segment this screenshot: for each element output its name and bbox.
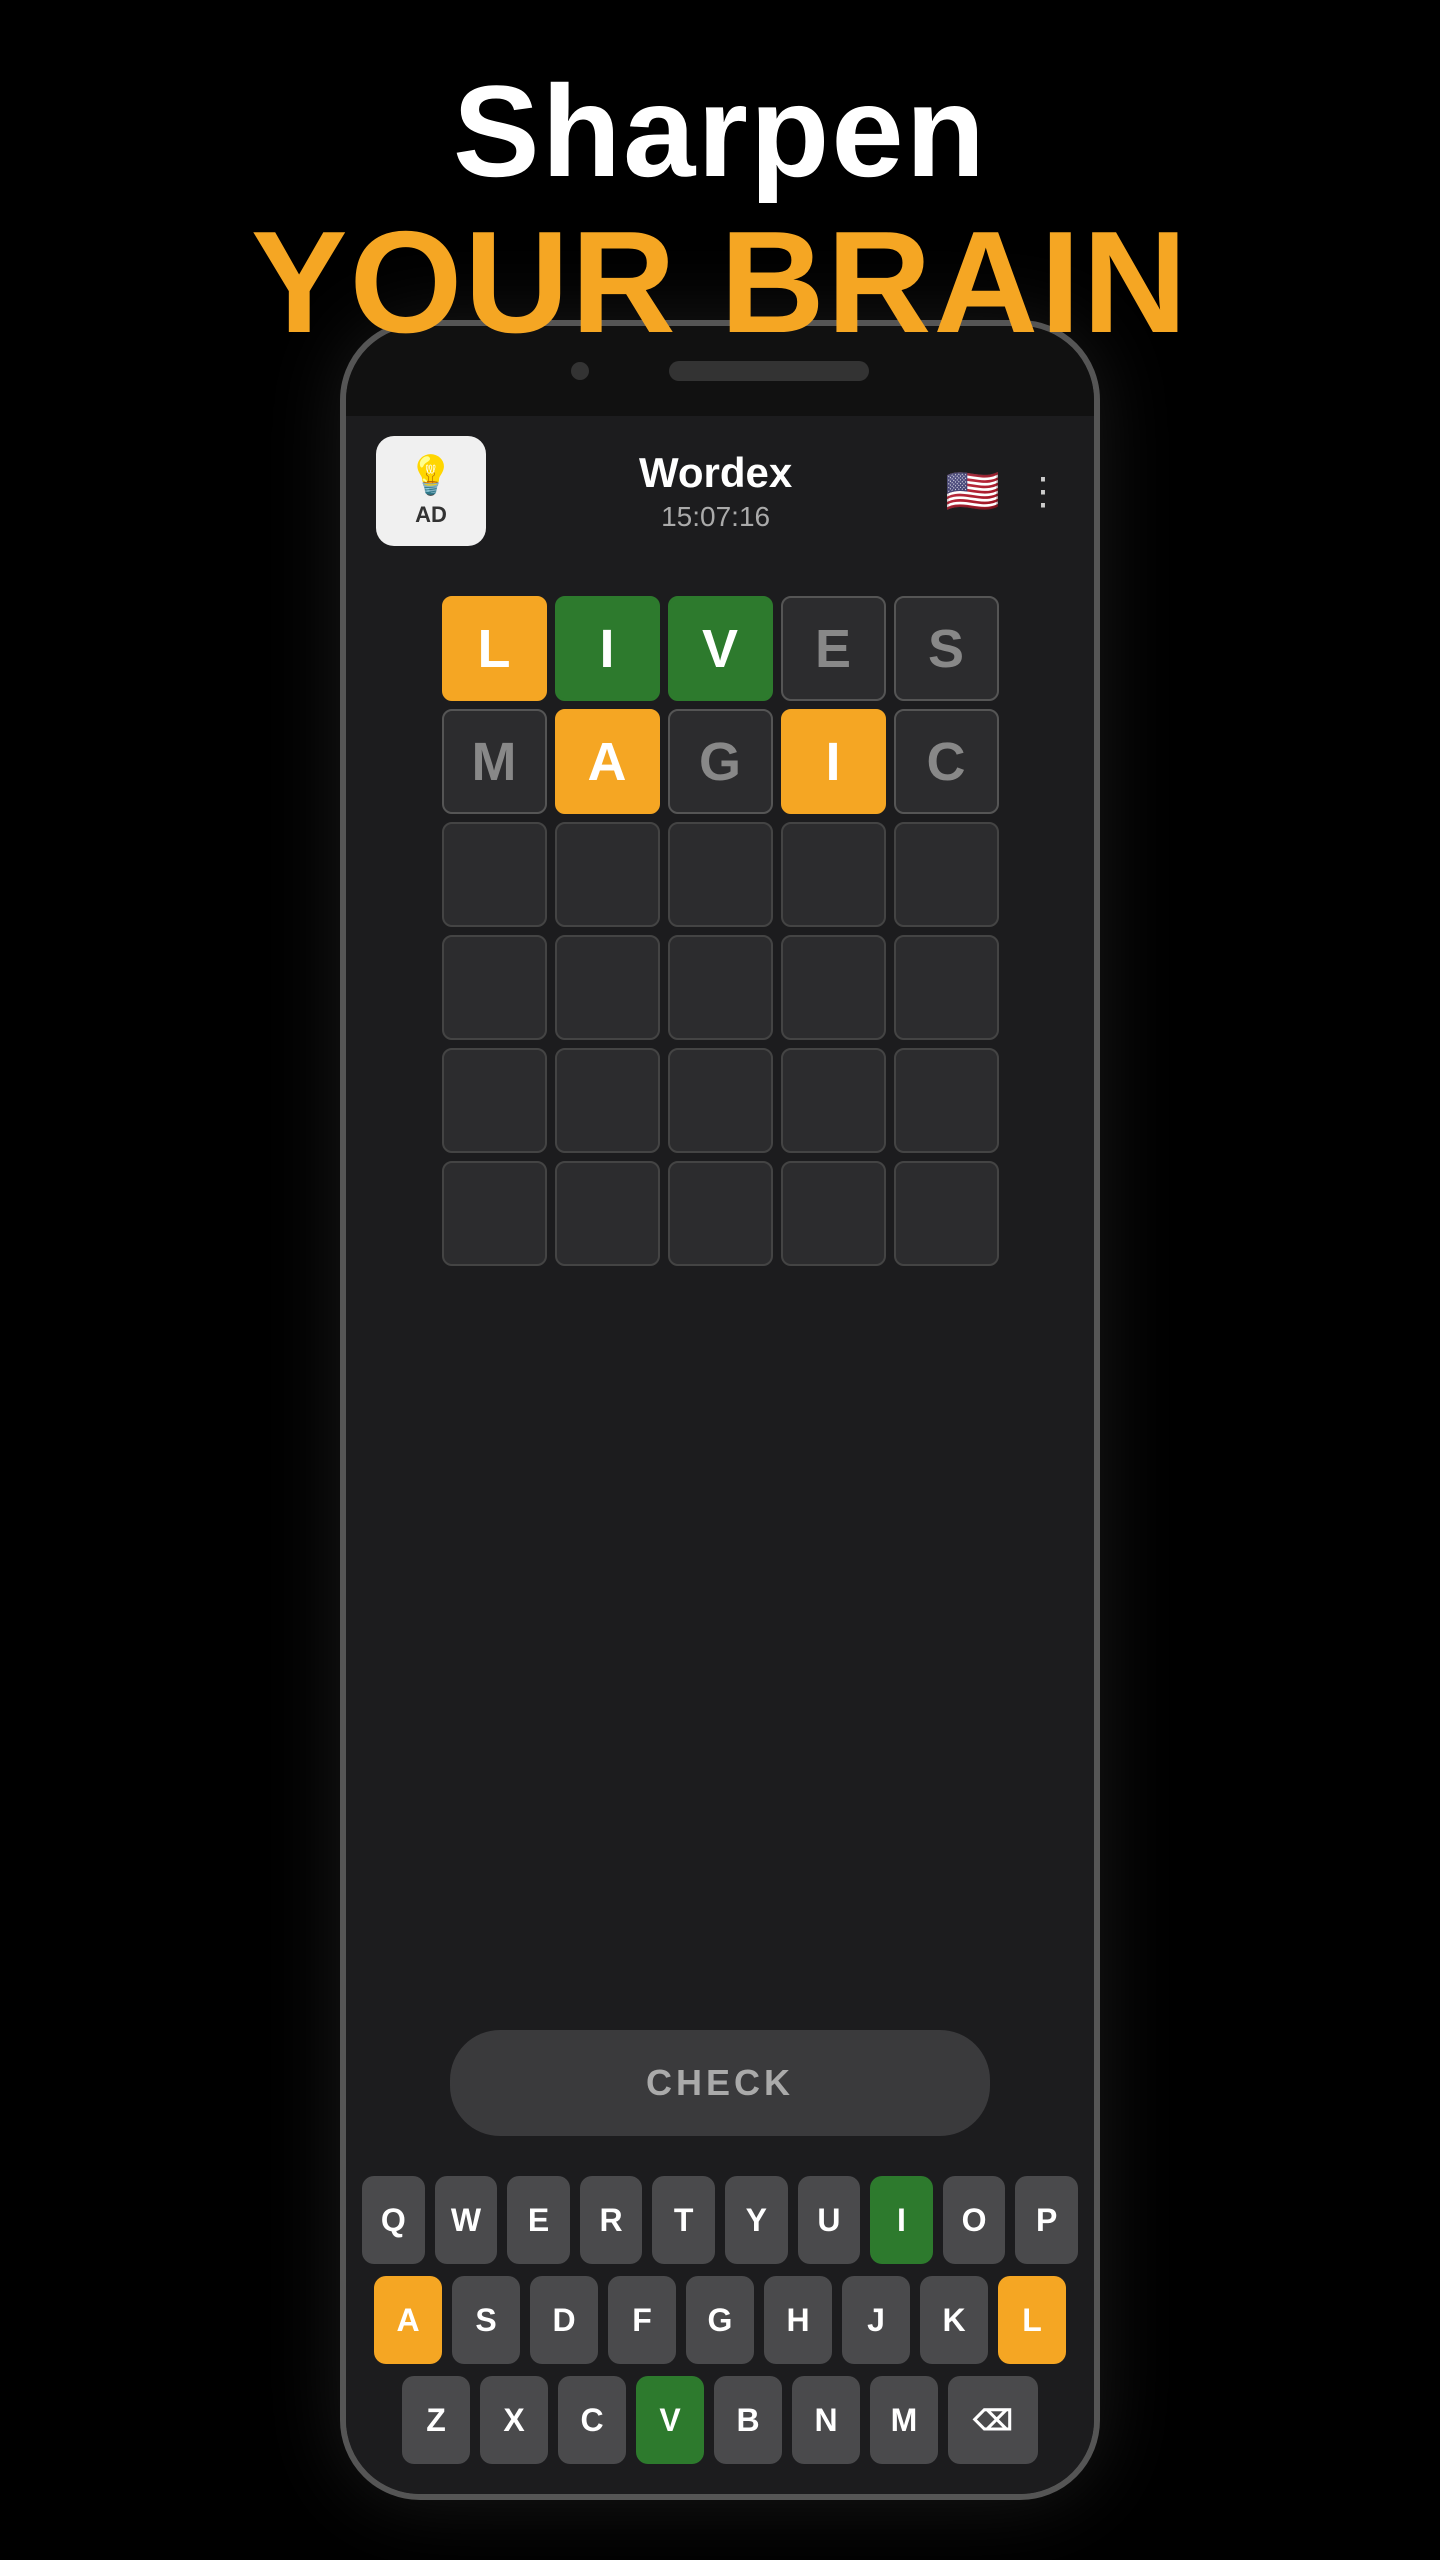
ad-button[interactable]: 💡 AD [376,436,486,546]
key-f[interactable]: F [608,2276,676,2364]
key-j[interactable]: J [842,2276,910,2364]
grid-cell-0-4: S [894,596,999,701]
grid-cell-3-1 [555,935,660,1040]
keyboard-row-0: QWERTYUIOP [362,2176,1078,2264]
check-button[interactable]: CHECK [450,2030,990,2136]
ad-label: AD [415,502,447,528]
key-e[interactable]: E [507,2176,570,2264]
key-r[interactable]: R [580,2176,643,2264]
key-i[interactable]: I [870,2176,933,2264]
speaker-bar [669,361,869,381]
key-d[interactable]: D [530,2276,598,2364]
keyboard-row-2: ZXCVBNM⌫ [362,2376,1078,2464]
grid-cell-4-4 [894,1048,999,1153]
key-w[interactable]: W [435,2176,498,2264]
grid-cell-5-0 [442,1161,547,1266]
grid-cell-5-4 [894,1161,999,1266]
key-m[interactable]: M [870,2376,938,2464]
grid-cell-4-1 [555,1048,660,1153]
key-k[interactable]: K [920,2276,988,2364]
key-p[interactable]: P [1015,2176,1078,2264]
key-l[interactable]: L [998,2276,1066,2364]
bulb-icon: 💡 [407,454,454,498]
check-section: CHECK [346,2010,1094,2166]
key-g[interactable]: G [686,2276,754,2364]
grid-cell-0-1: I [555,596,660,701]
grid-cell-2-0 [442,822,547,927]
grid-cell-2-4 [894,822,999,927]
grid-cell-1-1: A [555,709,660,814]
app-timer: 15:07:16 [639,501,792,533]
key-h[interactable]: H [764,2276,832,2364]
header-right: 🇺🇸 ⋮ [945,465,1064,517]
header-section: Sharpen YOUR BRAIN [0,0,1440,363]
camera-dot [571,362,589,380]
app-header: 💡 AD Wordex 15:07:16 🇺🇸 ⋮ [346,416,1094,566]
grid-cell-5-3 [781,1161,886,1266]
grid-cell-3-4 [894,935,999,1040]
app-title: Wordex [639,449,792,497]
menu-dots-icon[interactable]: ⋮ [1024,469,1064,514]
wordle-grid: LIVESMAGIC [442,596,999,1266]
key-a[interactable]: A [374,2276,442,2364]
grid-cell-3-3 [781,935,886,1040]
key-c[interactable]: C [558,2376,626,2464]
key-u[interactable]: U [798,2176,861,2264]
grid-cell-4-0 [442,1048,547,1153]
keyboard: QWERTYUIOP ASDFGHJKL ZXCVBNM⌫ [346,2166,1094,2494]
flag-icon[interactable]: 🇺🇸 [945,465,1000,517]
grid-cell-0-3: E [781,596,886,701]
key-n[interactable]: N [792,2376,860,2464]
key-z[interactable]: Z [402,2376,470,2464]
key-y[interactable]: Y [725,2176,788,2264]
grid-cell-3-2 [668,935,773,1040]
grid-cell-1-4: C [894,709,999,814]
key-b[interactable]: B [714,2376,782,2464]
key-q[interactable]: Q [362,2176,425,2264]
grid-cell-0-2: V [668,596,773,701]
key-x[interactable]: X [480,2376,548,2464]
keyboard-row-1: ASDFGHJKL [362,2276,1078,2364]
key-s[interactable]: S [452,2276,520,2364]
grid-cell-4-2 [668,1048,773,1153]
app-title-section: Wordex 15:07:16 [639,449,792,533]
grid-cell-5-1 [555,1161,660,1266]
grid-container: LIVESMAGIC [346,566,1094,2010]
key-o[interactable]: O [943,2176,1006,2264]
grid-cell-2-1 [555,822,660,927]
key-backspace[interactable]: ⌫ [948,2376,1038,2464]
key-t[interactable]: T [652,2176,715,2264]
grid-cell-2-3 [781,822,886,927]
grid-cell-1-3: I [781,709,886,814]
grid-cell-1-2: G [668,709,773,814]
grid-cell-5-2 [668,1161,773,1266]
header-line1: Sharpen [0,60,1440,203]
grid-cell-0-0: L [442,596,547,701]
grid-cell-2-2 [668,822,773,927]
key-v[interactable]: V [636,2376,704,2464]
grid-cell-4-3 [781,1048,886,1153]
grid-cell-1-0: M [442,709,547,814]
grid-cell-3-0 [442,935,547,1040]
app-content: 💡 AD Wordex 15:07:16 🇺🇸 ⋮ LIVESMAGIC CHE… [346,416,1094,2494]
header-line2: YOUR BRAIN [0,203,1440,363]
phone-frame: 💡 AD Wordex 15:07:16 🇺🇸 ⋮ LIVESMAGIC CHE… [340,320,1100,2500]
